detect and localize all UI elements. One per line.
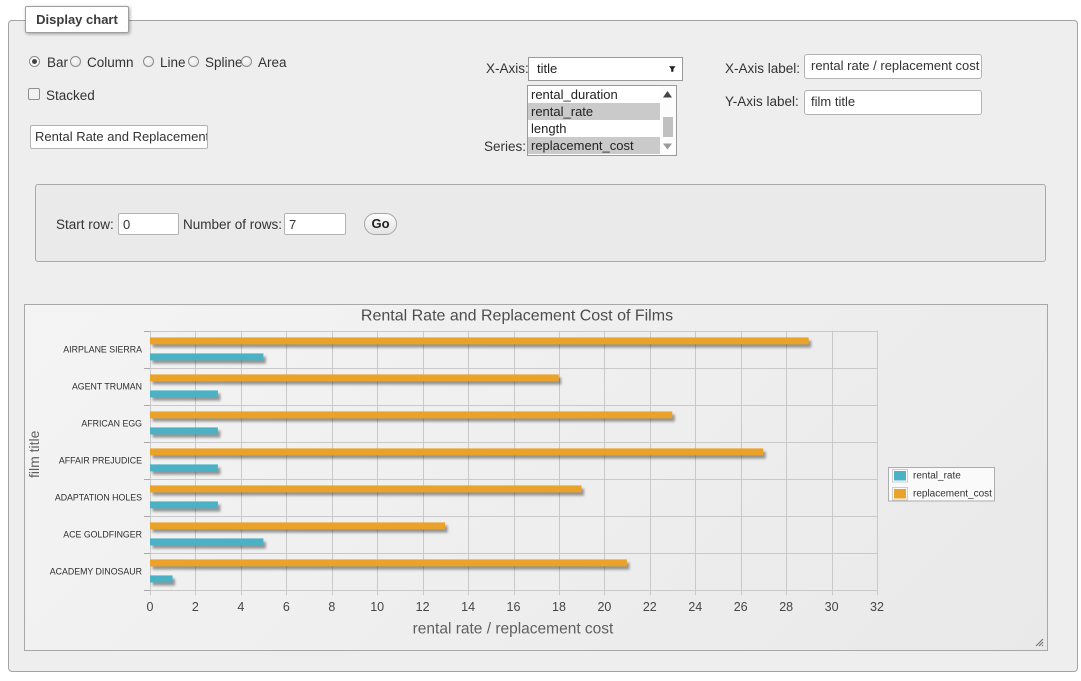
svg-text:rental rate / replacement cost: rental rate / replacement cost <box>413 621 614 638</box>
svg-text:AFFAIR PREJUDICE: AFFAIR PREJUDICE <box>59 456 142 466</box>
svg-text:8: 8 <box>328 600 335 614</box>
svg-text:24: 24 <box>688 600 702 614</box>
svg-text:26: 26 <box>734 600 748 614</box>
svg-text:18: 18 <box>552 600 566 614</box>
svg-text:30: 30 <box>825 600 839 614</box>
svg-text:film title: film title <box>26 430 42 478</box>
svg-text:28: 28 <box>779 600 793 614</box>
svg-text:6: 6 <box>283 600 290 614</box>
svg-text:ADAPTATION HOLES: ADAPTATION HOLES <box>55 493 142 503</box>
svg-text:32: 32 <box>870 600 884 614</box>
svg-text:20: 20 <box>597 600 611 614</box>
svg-text:AGENT TRUMAN: AGENT TRUMAN <box>72 382 142 392</box>
svg-text:rental_rate: rental_rate <box>913 471 961 482</box>
svg-text:AFRICAN EGG: AFRICAN EGG <box>81 419 142 429</box>
svg-text:replacement_cost: replacement_cost <box>913 489 992 500</box>
svg-text:ACADEMY DINOSAUR: ACADEMY DINOSAUR <box>50 567 142 577</box>
svg-text:12: 12 <box>416 600 430 614</box>
svg-text:AIRPLANE SIERRA: AIRPLANE SIERRA <box>63 345 142 355</box>
svg-text:10: 10 <box>370 600 384 614</box>
svg-text:Rental Rate and Replacement Co: Rental Rate and Replacement Cost of Film… <box>361 308 673 325</box>
svg-text:22: 22 <box>643 600 657 614</box>
svg-text:2: 2 <box>192 600 199 614</box>
svg-text:14: 14 <box>461 600 475 614</box>
svg-text:0: 0 <box>147 600 154 614</box>
svg-text:16: 16 <box>507 600 521 614</box>
svg-text:4: 4 <box>237 600 244 614</box>
svg-text:ACE GOLDFINGER: ACE GOLDFINGER <box>63 530 142 540</box>
